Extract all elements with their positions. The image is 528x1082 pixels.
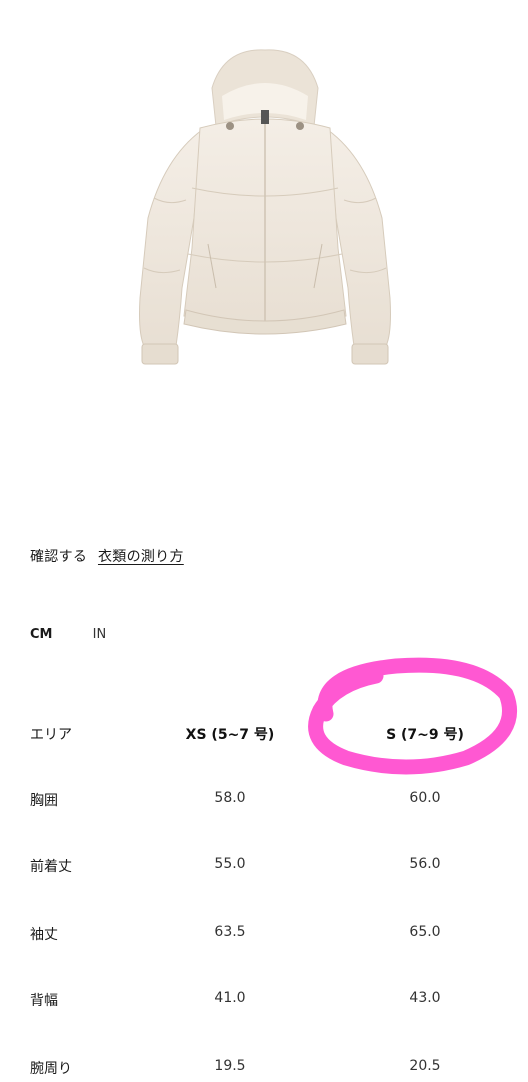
measure-prefix: 確認する xyxy=(30,549,88,565)
measure-label: 腕周り xyxy=(30,1061,72,1077)
measure-info: 確認する 衣類の測り方 xyxy=(30,546,184,566)
xs-value: 41.0 xyxy=(214,990,246,1006)
product-image xyxy=(124,48,406,372)
measure-label: 袖丈 xyxy=(30,927,58,943)
xs-value: 63.5 xyxy=(214,924,246,940)
measure-label: 背幅 xyxy=(30,993,58,1009)
table-header: エリア XS (5~7 号) S (7~9 号) xyxy=(0,724,528,748)
tab-cm[interactable]: CM xyxy=(30,627,52,642)
header-area: エリア xyxy=(30,727,72,743)
s-value: 60.0 xyxy=(409,790,441,806)
s-value: 43.0 xyxy=(409,990,441,1006)
highlight-circle xyxy=(296,654,522,780)
measure-label: 胸囲 xyxy=(30,793,58,809)
table-row: 背幅 41.0 43.0 xyxy=(0,990,528,1014)
how-to-measure-link[interactable]: 衣類の測り方 xyxy=(98,549,184,565)
header-s: S (7~9 号) xyxy=(386,727,464,743)
s-value: 20.5 xyxy=(409,1058,441,1074)
s-value: 65.0 xyxy=(409,924,441,940)
table-row: 胸囲 58.0 60.0 xyxy=(0,790,528,814)
table-row: 腕周り 19.5 20.5 xyxy=(0,1058,528,1082)
tab-in[interactable]: IN xyxy=(93,627,107,642)
measure-label: 前着丈 xyxy=(30,859,72,875)
s-value: 56.0 xyxy=(409,856,441,872)
xs-value: 19.5 xyxy=(214,1058,246,1074)
header-xs: XS (5~7 号) xyxy=(185,727,275,743)
unit-tabs: CM IN xyxy=(30,627,142,642)
xs-value: 55.0 xyxy=(214,856,246,872)
table-row: 前着丈 55.0 56.0 xyxy=(0,856,528,880)
table-row: 袖丈 63.5 65.0 xyxy=(0,924,528,948)
xs-value: 58.0 xyxy=(214,790,246,806)
